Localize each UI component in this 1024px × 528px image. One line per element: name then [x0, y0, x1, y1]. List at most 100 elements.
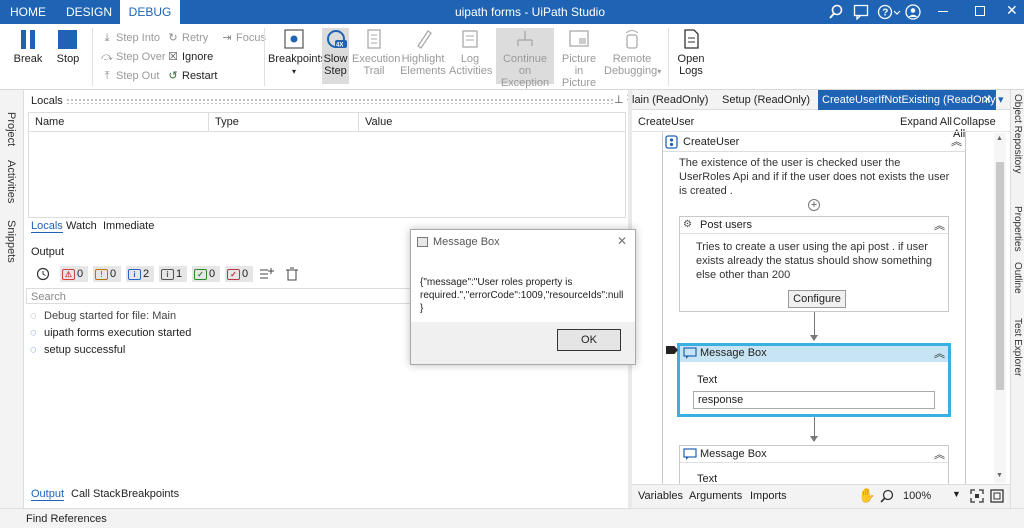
filter-count: 0 [242, 268, 249, 280]
tab-locals[interactable]: Locals [31, 220, 63, 233]
log-icon [462, 30, 478, 48]
find-references-link[interactable]: Find References [26, 513, 107, 525]
expand-all-button[interactable]: Expand All [900, 116, 952, 128]
arguments-tab[interactable]: Arguments [689, 490, 742, 502]
execution-trail-button[interactable]: Execution Trail [352, 28, 400, 77]
overview-icon[interactable] [990, 489, 1004, 503]
list-item[interactable]: ◌ uipath forms execution started [30, 325, 191, 342]
pin-icon[interactable]: ⊥ [614, 93, 624, 106]
test-explorer-panel-tab[interactable]: Test Explorer [1012, 318, 1023, 376]
picture-in-picture-button[interactable]: Picture in Picture [557, 28, 601, 89]
designer-bottom-bar: Variables Arguments Imports ✋ 100% ▼ [632, 484, 1010, 508]
help-icon[interactable]: ? [877, 4, 901, 20]
scroll-thumb[interactable] [996, 162, 1004, 390]
list-options-icon[interactable] [259, 267, 275, 281]
focus-button[interactable]: ⇥ Focus [220, 30, 266, 46]
log-filter-info[interactable]: i2 [126, 266, 154, 282]
log-filter-alert[interactable]: ! 0 [93, 266, 121, 282]
chevron-down-icon[interactable]: ▼ [952, 489, 961, 499]
stop-button[interactable]: Stop [52, 28, 84, 65]
restore-icon[interactable] [975, 6, 985, 16]
log-filter-trace[interactable]: i1 [159, 266, 187, 282]
activity-message-box[interactable]: Message Box ︽ Text [679, 445, 949, 484]
feedback-icon[interactable] [853, 4, 869, 21]
step-over-button[interactable]: ⤼ Step Over [100, 49, 165, 65]
activity-post-users[interactable]: ⚙ Post users ︽ Tries to create a user us… [679, 216, 949, 312]
close-icon[interactable]: ✕ [617, 234, 627, 248]
tab-home[interactable]: HOME [0, 0, 56, 24]
type-column-header[interactable]: Type [209, 113, 359, 131]
tab-call-stack[interactable]: Call Stack [71, 488, 121, 500]
collapse-chevron-icon[interactable]: ︽ [934, 217, 945, 233]
restart-button[interactable]: ↺ Restart [166, 68, 217, 84]
vertical-scrollbar[interactable]: ▲ ▼ [994, 133, 1006, 483]
outline-panel-tab[interactable]: Outline [1012, 262, 1023, 294]
text-property-input[interactable]: response [693, 391, 935, 409]
snippets-panel-tab[interactable]: Snippets [5, 220, 17, 263]
tab-overflow-chevron-icon[interactable]: ▾ [998, 90, 1010, 110]
ok-button[interactable]: OK [557, 329, 621, 351]
activities-panel-tab[interactable]: Activities [5, 160, 17, 203]
tab-output[interactable]: Output [31, 488, 65, 501]
list-item[interactable]: ◌ Debug started for file: Main [30, 308, 191, 325]
collapse-chevron-icon[interactable]: ︽ [951, 133, 962, 149]
trash-icon[interactable] [286, 267, 298, 281]
account-icon[interactable] [905, 4, 921, 20]
imports-tab[interactable]: Imports [750, 490, 787, 502]
tab-setup[interactable]: Setup (ReadOnly) [722, 90, 814, 110]
log-activities-button[interactable]: Log Activities [449, 28, 492, 77]
variables-tab[interactable]: Variables [638, 490, 683, 502]
zoom-icon[interactable] [880, 489, 894, 503]
tab-debug[interactable]: DEBUG [120, 0, 180, 24]
log-filter-check[interactable]: ✓ 0 [192, 266, 220, 282]
collapse-chevron-icon[interactable]: ︽ [934, 446, 945, 462]
tab-design[interactable]: DESIGN [58, 0, 120, 24]
slow-step-button[interactable]: 4X Slow Step [322, 28, 349, 84]
list-item[interactable]: ◌ setup successful [30, 342, 191, 359]
search-icon[interactable] [828, 4, 844, 20]
tab-create-user-if-not-existing[interactable]: CreateUserIfNotExisting (ReadOnly) ✕ [818, 90, 999, 110]
log-filter-warning[interactable]: ⚠ 0 [60, 266, 88, 282]
filter-count: 0 [209, 268, 216, 280]
designer-canvas: CreateUser Expand All Collapse All Creat… [632, 111, 1010, 484]
dialog-footer: OK [411, 322, 635, 364]
breadcrumb[interactable]: CreateUser [638, 116, 694, 128]
continue-on-exception-button[interactable]: Continue on Exception [496, 28, 554, 89]
locals-grid: Name Type Value [28, 112, 626, 218]
object-repository-panel-tab[interactable]: Object Repository [1012, 94, 1023, 173]
tab-watch[interactable]: Watch [66, 220, 97, 232]
name-column-header[interactable]: Name [29, 113, 209, 131]
properties-panel-tab[interactable]: Properties [1012, 206, 1023, 252]
warning-icon: ⚠ [62, 268, 75, 280]
pan-hand-icon[interactable]: ✋ [858, 487, 875, 504]
step-out-button[interactable]: ⤒ Step Out [100, 68, 160, 84]
highlight-elements-button[interactable]: Highlight Elements [400, 28, 446, 77]
activity-message-box-selected[interactable]: Message Box ︽ Text response [677, 343, 951, 417]
svg-text:4X: 4X [336, 43, 343, 49]
close-tab-icon[interactable]: ✕ [983, 90, 992, 110]
sequence-create-user[interactable]: CreateUser ︽ The existence of the user i… [662, 132, 966, 484]
remote-debugging-button[interactable]: Remote Debugging▾ [604, 28, 661, 78]
step-into-button[interactable]: ⤓ Step Into [100, 30, 160, 46]
minimize-icon[interactable] [938, 11, 948, 12]
fit-to-screen-icon[interactable] [970, 489, 984, 503]
project-panel-tab[interactable]: Project [5, 112, 17, 146]
focus-icon: ⇥ [222, 32, 232, 44]
tab-breakpoints[interactable]: Breakpoints [121, 488, 179, 500]
zoom-level-select[interactable]: 100% [903, 490, 931, 502]
clock-icon[interactable] [36, 267, 50, 281]
value-column-header[interactable]: Value [359, 113, 625, 131]
tab-main[interactable]: lain (ReadOnly) [632, 90, 720, 110]
breakpoints-button[interactable]: Breakpoints ▾ [268, 28, 326, 78]
break-button[interactable]: Break [12, 28, 44, 65]
tab-immediate[interactable]: Immediate [103, 220, 154, 232]
retry-button[interactable]: ↻ Retry [166, 30, 208, 46]
collapse-chevron-icon[interactable]: ︽ [934, 345, 945, 361]
log-filter-error-check[interactable]: ✓ 0 [225, 266, 253, 282]
close-window-icon[interactable]: ✕ [1006, 2, 1018, 19]
open-logs-button[interactable]: Open Logs [674, 28, 708, 77]
add-activity-icon[interactable]: + [808, 199, 820, 211]
ignore-button[interactable]: ☒ Ignore [166, 49, 213, 65]
activity-title: Post users [700, 219, 752, 231]
configure-button[interactable]: Configure [788, 290, 846, 308]
